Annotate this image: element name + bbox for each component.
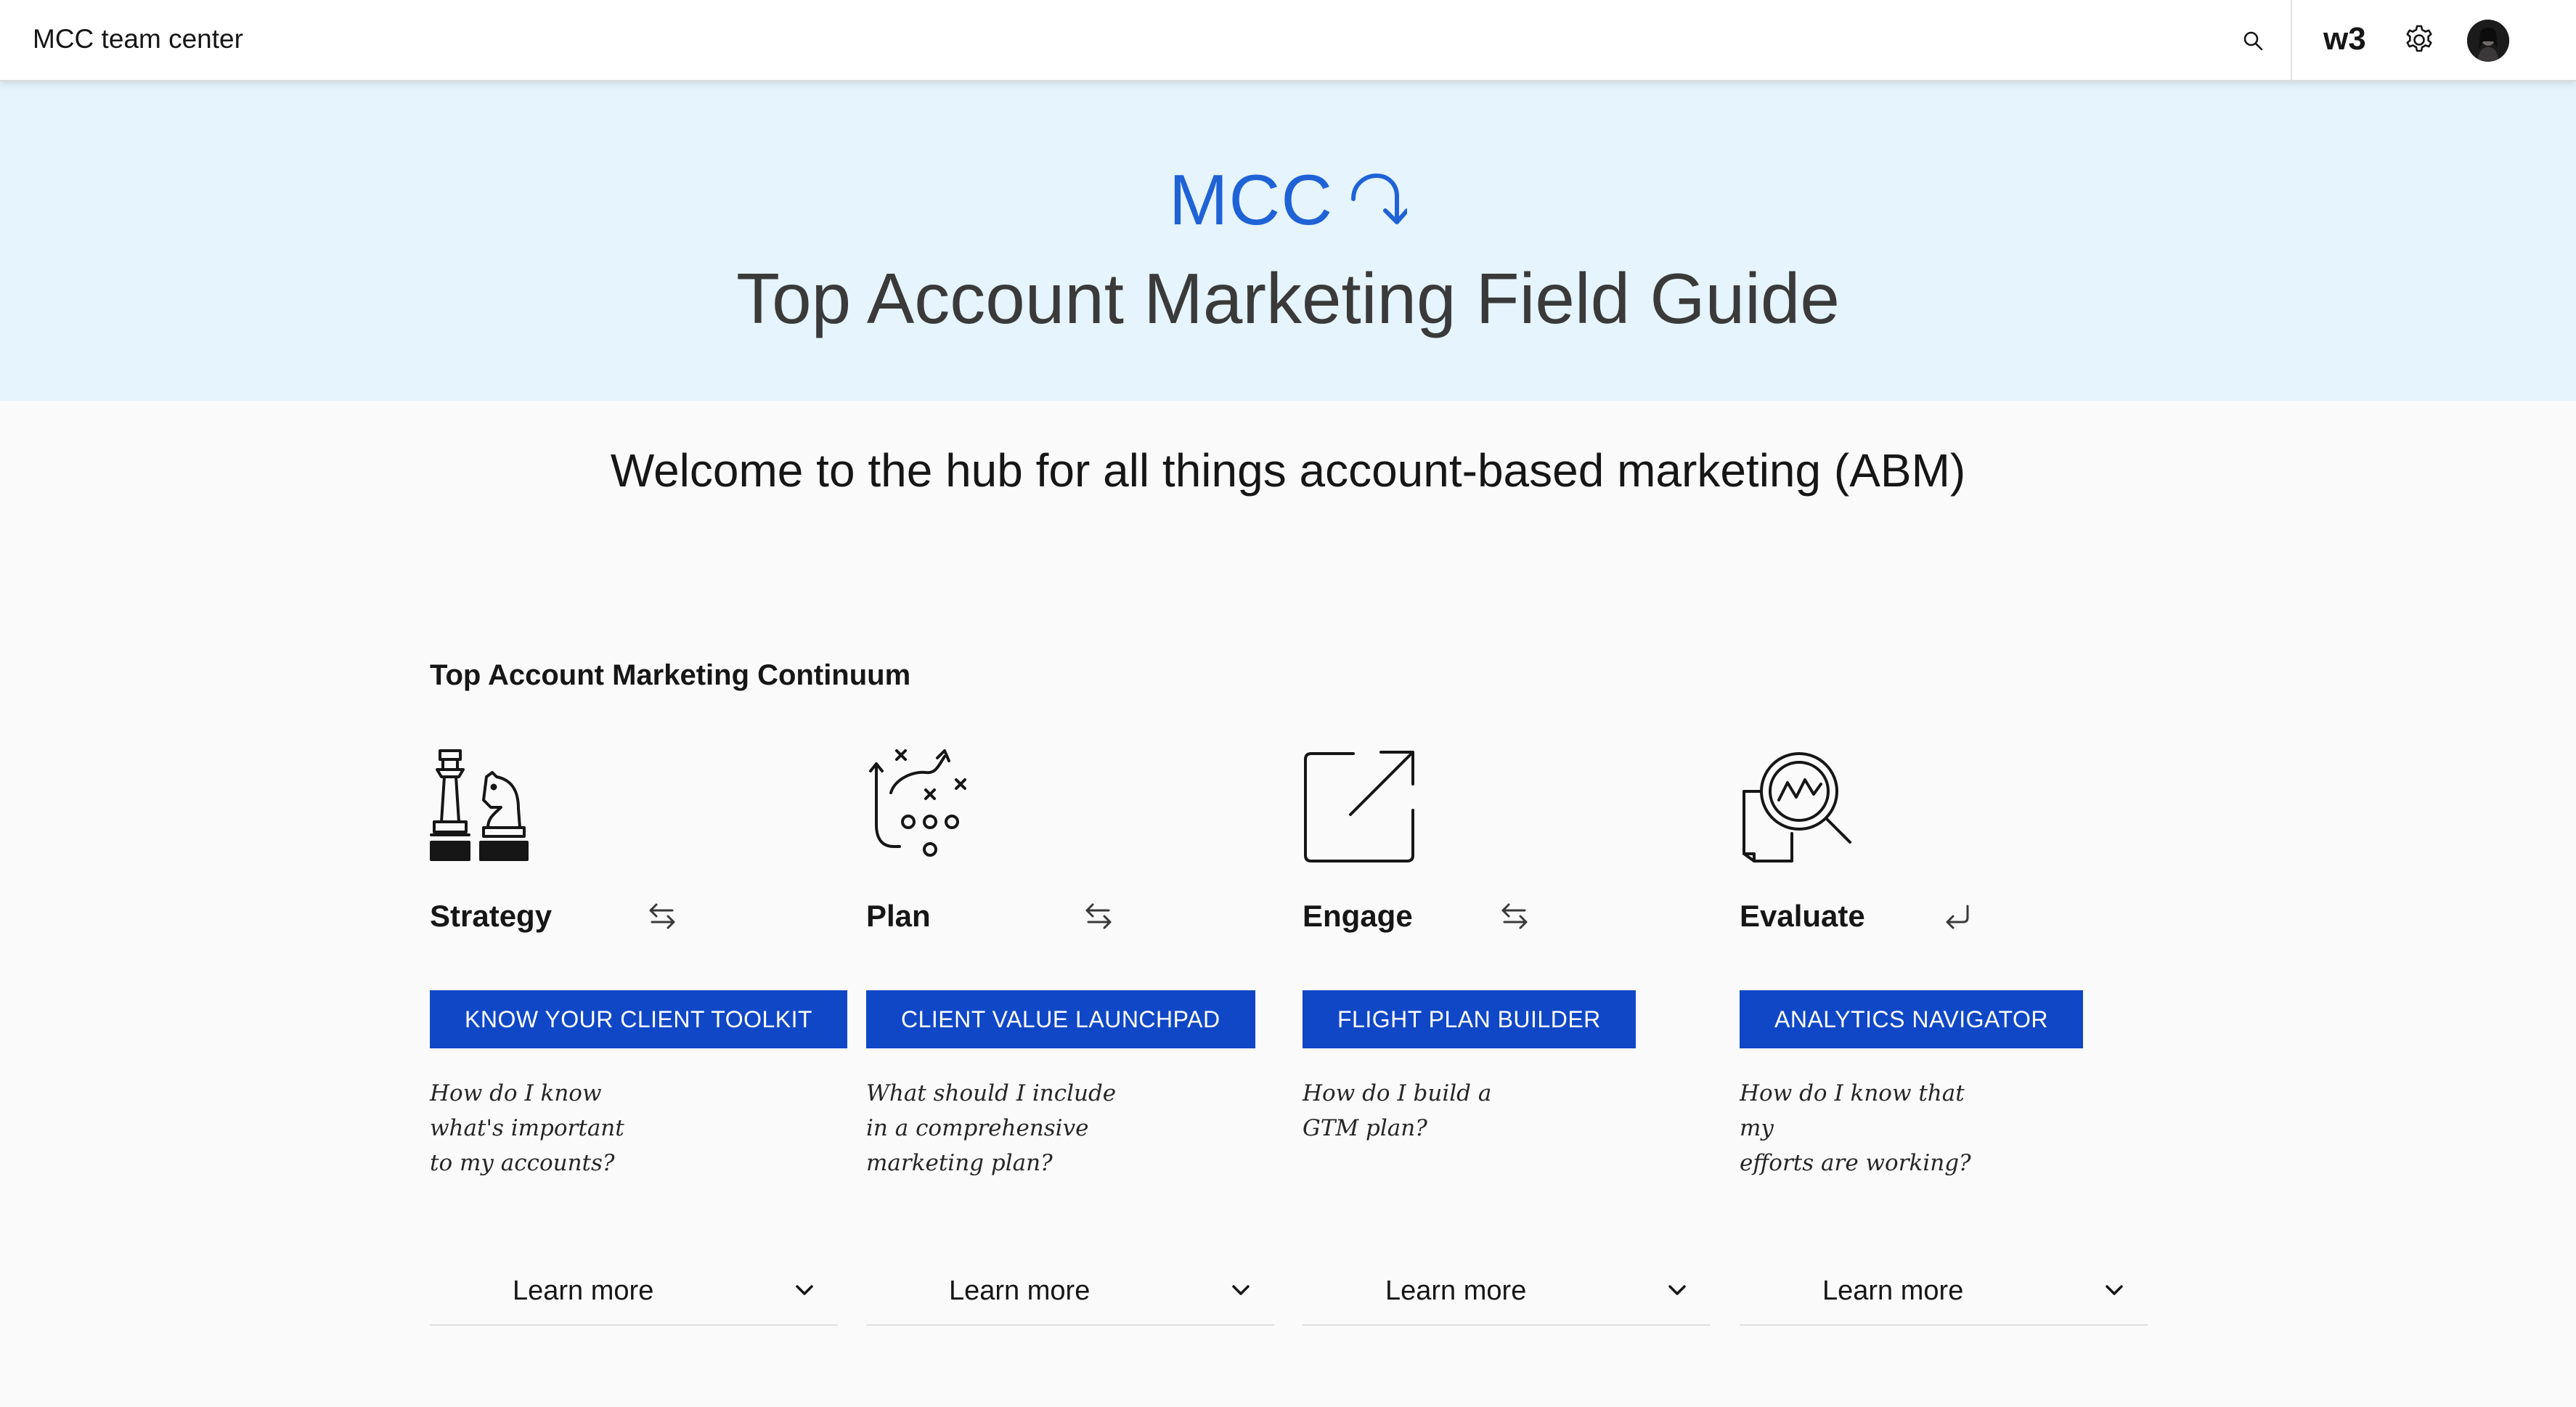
learn-more-accordion-engage[interactable]: Learn more xyxy=(1303,1241,1711,1326)
know-your-client-toolkit-button[interactable]: KNOW YOUR CLIENT TOOLKIT xyxy=(430,990,848,1048)
app-name[interactable]: MCC team center xyxy=(33,22,243,57)
stage-card-plan: Plan CLIENT VALUE LAUNCHPAD What should … xyxy=(866,748,1274,1326)
hero-banner: MCC Top Account Marketing Field Guide xyxy=(0,81,2576,401)
settings-button[interactable] xyxy=(2398,19,2440,61)
learn-more-label: Learn more xyxy=(949,1276,1091,1306)
top-header: MCC team center w3 xyxy=(0,0,2576,81)
stage-card-strategy: Strategy KNOW YOUR CLIENT TOOLKIT How do… xyxy=(430,748,848,1326)
question-line: GTM plan? xyxy=(1303,1115,1427,1141)
stage-label-strategy: Strategy xyxy=(430,899,553,933)
question-line: in a comprehensive xyxy=(866,1115,1089,1141)
chevron-down-icon xyxy=(2106,1285,2123,1295)
chevron-down-icon xyxy=(796,1285,813,1295)
chevron-down-icon xyxy=(1668,1285,1686,1295)
learn-more-label: Learn more xyxy=(513,1276,654,1306)
stage-card-evaluate: Evaluate ANALYTICS NAVIGATOR How do I kn… xyxy=(1740,748,2148,1326)
header-divider xyxy=(2291,0,2292,81)
learn-more-label: Learn more xyxy=(1822,1276,1964,1306)
analytics-icon xyxy=(1743,752,1851,862)
welcome-heading: Welcome to the hub for all things accoun… xyxy=(610,444,1966,497)
user-avatar[interactable] xyxy=(2467,20,2509,62)
bidirectional-arrows-icon xyxy=(1501,903,1528,929)
stage-card-engage: Engage FLIGHT PLAN BUILDER How do I buil… xyxy=(1303,748,1711,1326)
learn-more-label: Learn more xyxy=(1385,1276,1527,1306)
stage-question-evaluate: How do I know that my efforts are workin… xyxy=(1740,1076,2001,1180)
mcc-wordmark: MCC xyxy=(1168,160,1334,240)
bidirectional-arrows-icon xyxy=(1085,903,1112,929)
learn-more-accordion-strategy[interactable]: Learn more xyxy=(430,1241,838,1326)
stage-label-evaluate: Evaluate xyxy=(1740,899,1865,933)
play-strategy-icon xyxy=(869,749,966,857)
bidirectional-arrows-icon xyxy=(649,903,675,929)
question-line: efforts are working? xyxy=(1740,1150,1971,1176)
question-line: to my accounts? xyxy=(430,1150,615,1176)
page-title: Top Account Marketing Field Guide xyxy=(736,258,1840,338)
stage-question-strategy: How do I know what's important to my acc… xyxy=(430,1076,691,1180)
question-line: How do I know xyxy=(430,1080,602,1106)
w3-logo[interactable]: w3 xyxy=(2323,19,2366,60)
stage-question-engage: How do I build a GTM plan? xyxy=(1303,1076,1564,1146)
analytics-navigator-button[interactable]: ANALYTICS NAVIGATOR xyxy=(1740,990,2083,1048)
stage-question-plan: What should I include in a comprehensive… xyxy=(866,1076,1128,1180)
question-line: what's important xyxy=(430,1115,624,1141)
question-line: What should I include xyxy=(866,1080,1117,1106)
hero-brand: MCC xyxy=(0,160,2576,240)
learn-more-accordion-evaluate[interactable]: Learn more xyxy=(1740,1241,2148,1326)
launch-icon xyxy=(1304,751,1414,862)
chevron-down-icon xyxy=(1232,1285,1250,1295)
avatar-icon xyxy=(2467,20,2509,62)
stage-label-plan: Plan xyxy=(866,899,931,933)
question-line: marketing plan? xyxy=(866,1150,1053,1176)
flight-plan-builder-button[interactable]: FLIGHT PLAN BUILDER xyxy=(1303,990,1636,1048)
gear-icon xyxy=(2406,25,2432,52)
learn-more-accordion-plan[interactable]: Learn more xyxy=(866,1241,1274,1326)
stage-label-engage: Engage xyxy=(1303,899,1413,933)
curved-arrow-icon xyxy=(1351,173,1408,224)
search-button[interactable] xyxy=(2233,20,2273,61)
section-title: Top Account Marketing Continuum xyxy=(430,659,911,691)
client-value-launchpad-button[interactable]: CLIENT VALUE LAUNCHPAD xyxy=(866,990,1255,1048)
question-line: How do I know that my xyxy=(1740,1080,1965,1141)
search-icon xyxy=(2243,31,2263,51)
return-arrow-icon xyxy=(1946,905,1969,929)
question-line: How do I build a xyxy=(1303,1080,1492,1106)
chess-icon xyxy=(430,749,529,861)
